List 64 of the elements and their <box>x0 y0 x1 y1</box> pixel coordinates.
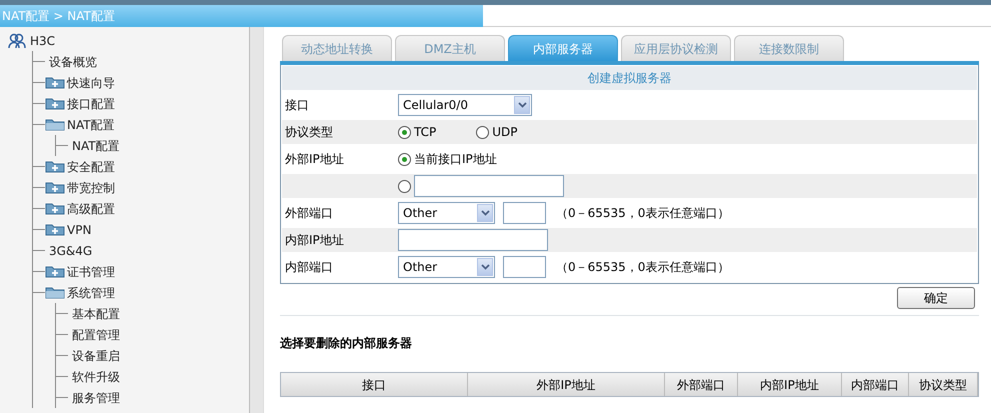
tree-item[interactable]: 带宽控制 <box>67 178 115 196</box>
tree-item[interactable]: VPN <box>67 220 92 238</box>
radio-label: UDP <box>492 124 518 141</box>
field-label: 外部IP地址 <box>284 151 345 168</box>
tree-item[interactable]: 设备重启 <box>72 346 120 364</box>
column-header: 外部端口 <box>664 373 738 396</box>
column-header: 内部IP地址 <box>738 373 842 396</box>
field-label: 接口 <box>284 97 310 114</box>
tree-item[interactable]: 配置管理 <box>72 326 120 344</box>
tree-item[interactable]: 软件升级 <box>72 368 120 386</box>
folder-plus-icon[interactable] <box>45 223 65 236</box>
tree-item[interactable]: 基本配置 <box>72 304 120 322</box>
folder-plus-icon[interactable] <box>45 181 65 194</box>
radio-button[interactable] <box>398 126 411 138</box>
range-hint: （0－65535，0表示任意端口） <box>556 205 730 222</box>
radio-button[interactable] <box>476 126 490 138</box>
folder-icon[interactable] <box>45 286 65 299</box>
field-label: 外部端口 <box>284 205 334 222</box>
tree-item[interactable]: 接口配置 <box>67 94 115 112</box>
select-field[interactable]: Other <box>398 256 495 278</box>
radio-label: 当前接口IP地址 <box>414 151 497 168</box>
tree-item[interactable]: 3G&4G <box>49 242 92 260</box>
input-field[interactable] <box>503 256 546 278</box>
select-field[interactable]: Cellular0/0 <box>398 94 532 116</box>
tree-item[interactable]: 系统管理 <box>67 284 115 302</box>
input-field[interactable] <box>414 175 564 197</box>
tree-item[interactable]: 服务管理 <box>72 388 120 406</box>
field-label: 协议类型 <box>284 124 334 141</box>
tree-item[interactable]: 设备概览 <box>49 52 97 70</box>
confirm-button[interactable]: 确定 <box>897 287 975 309</box>
scrollbar[interactable] <box>250 27 264 413</box>
tree-item[interactable]: 安全配置 <box>67 158 115 176</box>
folder-plus-icon[interactable] <box>45 265 65 278</box>
column-header: 协议类型 <box>909 373 978 396</box>
radio-button[interactable] <box>398 152 411 166</box>
field-label: 内部IP地址 <box>284 232 345 249</box>
folder-icon[interactable] <box>45 118 65 131</box>
tree-item[interactable]: 高级配置 <box>67 200 115 218</box>
section-title: 选择要删除的内部服务器 <box>280 335 413 352</box>
radio-button[interactable] <box>398 180 411 192</box>
caret-icon <box>480 210 490 216</box>
caret-icon <box>518 102 526 108</box>
column-header: 内部端口 <box>842 373 910 396</box>
select-field[interactable]: Other <box>398 202 495 224</box>
tree-item[interactable]: NAT配置 <box>67 116 115 134</box>
range-hint: （0－65535，0表示任意端口） <box>556 259 730 276</box>
users-icon <box>8 32 26 48</box>
radio-label: TCP <box>414 124 436 141</box>
folder-plus-icon[interactable] <box>45 160 65 173</box>
input-field[interactable] <box>398 229 548 251</box>
folder-plus-icon[interactable] <box>45 76 65 89</box>
folder-plus-icon[interactable] <box>45 97 65 110</box>
breadcrumb: NAT配置 > NAT配置 <box>0 5 483 27</box>
tree-item[interactable]: 快速向导 <box>67 74 115 92</box>
tree-item[interactable]: NAT配置 <box>72 136 120 154</box>
tree-item[interactable]: 证书管理 <box>67 262 115 280</box>
column-header: 外部IP地址 <box>468 373 665 396</box>
input-field[interactable] <box>503 202 546 224</box>
folder-plus-icon[interactable] <box>45 202 65 215</box>
caret-icon <box>480 264 490 270</box>
field-label: 内部端口 <box>284 259 334 276</box>
form-title: 创建虚拟服务器 <box>282 66 977 90</box>
tree-item[interactable]: H3C <box>30 32 56 50</box>
column-header: 接口 <box>281 373 468 396</box>
